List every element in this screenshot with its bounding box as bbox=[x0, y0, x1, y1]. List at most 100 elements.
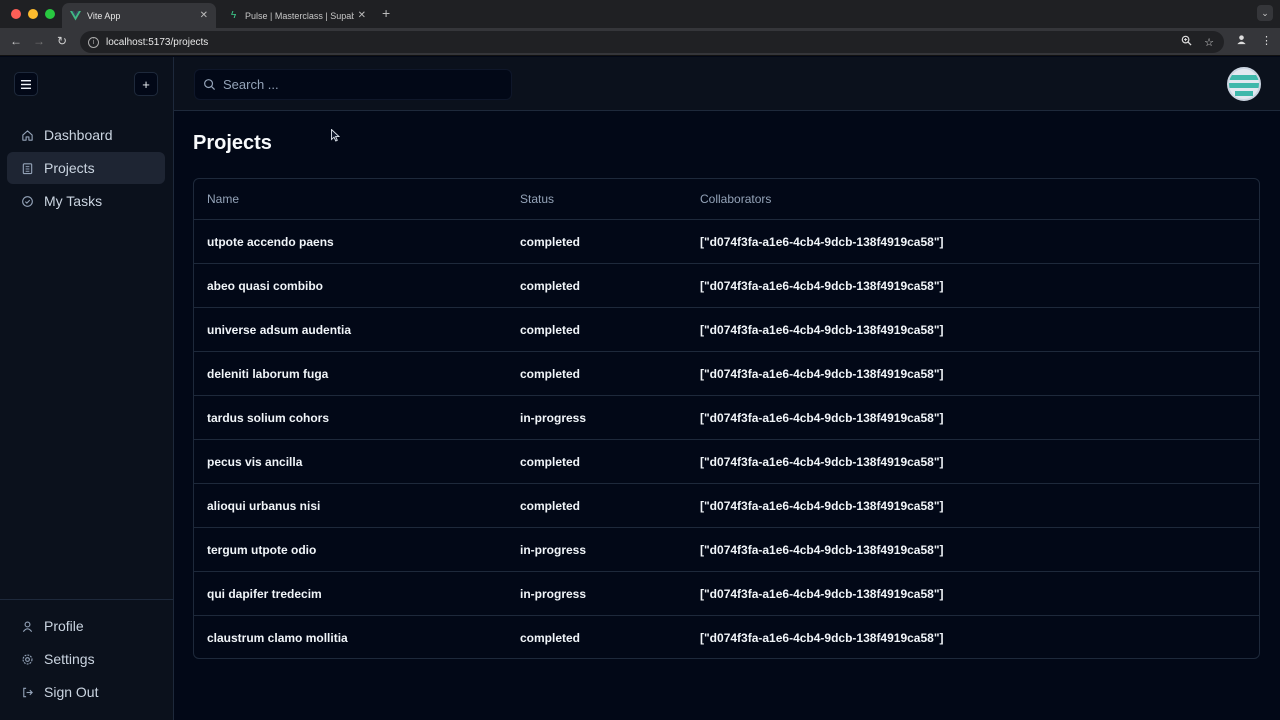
column-header-name[interactable]: Name bbox=[194, 192, 520, 206]
project-status-cell: in-progress bbox=[520, 586, 587, 601]
browser-tab-vite-app[interactable]: Vite App ✕ bbox=[62, 3, 216, 28]
project-name-cell[interactable]: abeo quasi combibo bbox=[194, 279, 520, 293]
zoom-icon[interactable] bbox=[1181, 35, 1192, 49]
project-name-cell[interactable]: universe adsum audentia bbox=[194, 323, 520, 337]
sidebar: + Dashboard Projects My Tasks Profile Se… bbox=[0, 57, 174, 720]
table-row[interactable]: abeo quasi combibo completed ["d074f3fa-… bbox=[194, 264, 1259, 308]
profile-icon[interactable] bbox=[1236, 34, 1247, 48]
search-icon bbox=[203, 78, 217, 92]
avatar[interactable] bbox=[1227, 67, 1261, 101]
project-name-cell[interactable]: utpote accendo paens bbox=[194, 235, 520, 249]
mouse-cursor-icon bbox=[331, 129, 340, 142]
sidebar-item-label: Sign Out bbox=[44, 684, 99, 700]
tab-search-chevron-icon[interactable]: ⌄ bbox=[1257, 5, 1273, 21]
sidebar-item-label: Projects bbox=[44, 160, 95, 176]
table-header: Name Status Collaborators bbox=[194, 179, 1259, 220]
table-row[interactable]: utpote accendo paens completed ["d074f3f… bbox=[194, 220, 1259, 264]
project-collaborators-cell: ["d074f3fa-a1e6-4cb4-9dcb-138f4919ca58"] bbox=[700, 498, 944, 513]
close-tab-icon[interactable]: ✕ bbox=[200, 10, 208, 21]
project-name-cell[interactable]: alioqui urbanus nisi bbox=[194, 499, 520, 513]
sidebar-item-label: Settings bbox=[44, 651, 95, 667]
new-tab-icon[interactable]: + bbox=[382, 5, 390, 21]
sidebar-item-dashboard[interactable]: Dashboard bbox=[7, 119, 165, 151]
project-collaborators-cell: ["d074f3fa-a1e6-4cb4-9dcb-138f4919ca58"] bbox=[700, 542, 944, 557]
project-name-cell[interactable]: pecus vis ancilla bbox=[194, 455, 520, 469]
home-icon bbox=[20, 128, 34, 142]
search-placeholder: Search ... bbox=[223, 77, 279, 92]
project-status-cell: completed bbox=[520, 498, 581, 513]
plus-icon: + bbox=[142, 76, 150, 92]
sidebar-item-sign-out[interactable]: Sign Out bbox=[7, 676, 165, 708]
url-text: localhost:5173/projects bbox=[106, 36, 209, 48]
minimize-window-button[interactable] bbox=[28, 9, 38, 19]
column-header-status[interactable]: Status bbox=[520, 192, 700, 206]
project-name-cell[interactable]: deleniti laborum fuga bbox=[194, 367, 520, 381]
page-title: Projects bbox=[193, 132, 272, 154]
column-header-collaborators[interactable]: Collaborators bbox=[700, 192, 1259, 206]
site-info-icon[interactable]: i bbox=[88, 36, 99, 48]
sidebar-item-label: My Tasks bbox=[44, 193, 103, 209]
project-status-cell: completed bbox=[520, 278, 581, 293]
tab-title: Vite App bbox=[87, 10, 121, 21]
search-input[interactable]: Search ... bbox=[194, 69, 512, 100]
project-status-cell: in-progress bbox=[520, 542, 587, 557]
window-controls bbox=[11, 9, 55, 19]
gear-icon bbox=[20, 652, 34, 666]
app-root: + Dashboard Projects My Tasks Profile Se… bbox=[0, 57, 1280, 720]
main-content: Projects Name Status Collaborators utpot… bbox=[174, 111, 1280, 720]
sidebar-footer: Profile Settings Sign Out bbox=[0, 599, 174, 720]
sidebar-header: + bbox=[0, 57, 173, 111]
reload-icon[interactable]: ↻ bbox=[57, 34, 67, 48]
sidebar-item-settings[interactable]: Settings bbox=[7, 643, 165, 675]
project-name-cell[interactable]: tardus solium cohors bbox=[194, 411, 520, 425]
sidebar-item-projects[interactable]: Projects bbox=[7, 152, 165, 184]
close-window-button[interactable] bbox=[11, 9, 21, 19]
project-collaborators-cell: ["d074f3fa-a1e6-4cb4-9dcb-138f4919ca58"] bbox=[700, 322, 944, 337]
browser-toolbar: ← → ↻ i localhost:5173/projects ☆ ⋮ bbox=[0, 28, 1280, 56]
project-status-cell: in-progress bbox=[520, 410, 587, 425]
sidebar-item-my-tasks[interactable]: My Tasks bbox=[7, 185, 165, 217]
check-circle-icon bbox=[20, 194, 34, 208]
table-row[interactable]: qui dapifer tredecim in-progress ["d074f… bbox=[194, 572, 1259, 616]
browser-menu-icon[interactable]: ⋮ bbox=[1261, 34, 1272, 48]
table-row[interactable]: universe adsum audentia completed ["d074… bbox=[194, 308, 1259, 352]
project-collaborators-cell: ["d074f3fa-a1e6-4cb4-9dcb-138f4919ca58"] bbox=[700, 454, 944, 469]
top-bar: Search ... bbox=[174, 57, 1280, 111]
user-icon bbox=[20, 619, 34, 633]
project-collaborators-cell: ["d074f3fa-a1e6-4cb4-9dcb-138f4919ca58"] bbox=[700, 278, 944, 293]
project-collaborators-cell: ["d074f3fa-a1e6-4cb4-9dcb-138f4919ca58"] bbox=[700, 586, 944, 601]
project-status-cell: completed bbox=[520, 234, 581, 249]
sidebar-item-profile[interactable]: Profile bbox=[7, 610, 165, 642]
table-row[interactable]: tardus solium cohors in-progress ["d074f… bbox=[194, 396, 1259, 440]
maximize-window-button[interactable] bbox=[45, 9, 55, 19]
browser-tab-bar: Vite App ✕ ϟ Pulse | Masterclass | Supab… bbox=[0, 0, 1280, 28]
project-collaborators-cell: ["d074f3fa-a1e6-4cb4-9dcb-138f4919ca58"] bbox=[700, 234, 944, 249]
project-status-cell: completed bbox=[520, 631, 581, 645]
project-status-cell: completed bbox=[520, 454, 581, 469]
forward-icon[interactable]: → bbox=[33, 34, 45, 48]
projects-table: Name Status Collaborators utpote accendo… bbox=[193, 178, 1260, 659]
vue-icon bbox=[70, 10, 81, 21]
hamburger-icon bbox=[21, 77, 31, 92]
table-row[interactable]: deleniti laborum fuga completed ["d074f3… bbox=[194, 352, 1259, 396]
project-name-cell[interactable]: claustrum clamo mollitia bbox=[194, 631, 520, 645]
create-new-button[interactable]: + bbox=[134, 72, 158, 96]
close-tab-icon[interactable]: ✕ bbox=[358, 10, 366, 21]
project-name-cell[interactable]: qui dapifer tredecim bbox=[194, 587, 520, 601]
browser-tab-pulse[interactable]: ϟ Pulse | Masterclass | Supabase ✕ bbox=[220, 3, 374, 28]
project-status-cell: completed bbox=[520, 366, 581, 381]
tab-title: Pulse | Masterclass | Supabase bbox=[245, 10, 354, 21]
sidebar-item-label: Profile bbox=[44, 618, 84, 634]
table-row[interactable]: tergum utpote odio in-progress ["d074f3f… bbox=[194, 528, 1259, 572]
bookmark-star-icon[interactable]: ☆ bbox=[1204, 36, 1214, 49]
sidebar-item-label: Dashboard bbox=[44, 127, 113, 143]
project-name-cell[interactable]: tergum utpote odio bbox=[194, 543, 520, 557]
address-bar[interactable]: i localhost:5173/projects ☆ bbox=[80, 31, 1224, 53]
table-row[interactable]: claustrum clamo mollitia completed ["d07… bbox=[194, 616, 1259, 658]
supabase-icon: ϟ bbox=[230, 10, 237, 21]
table-row[interactable]: alioqui urbanus nisi completed ["d074f3f… bbox=[194, 484, 1259, 528]
project-collaborators-cell: ["d074f3fa-a1e6-4cb4-9dcb-138f4919ca58"] bbox=[700, 366, 944, 381]
table-row[interactable]: pecus vis ancilla completed ["d074f3fa-a… bbox=[194, 440, 1259, 484]
menu-toggle-button[interactable] bbox=[14, 72, 38, 96]
back-icon[interactable]: ← bbox=[10, 34, 22, 48]
